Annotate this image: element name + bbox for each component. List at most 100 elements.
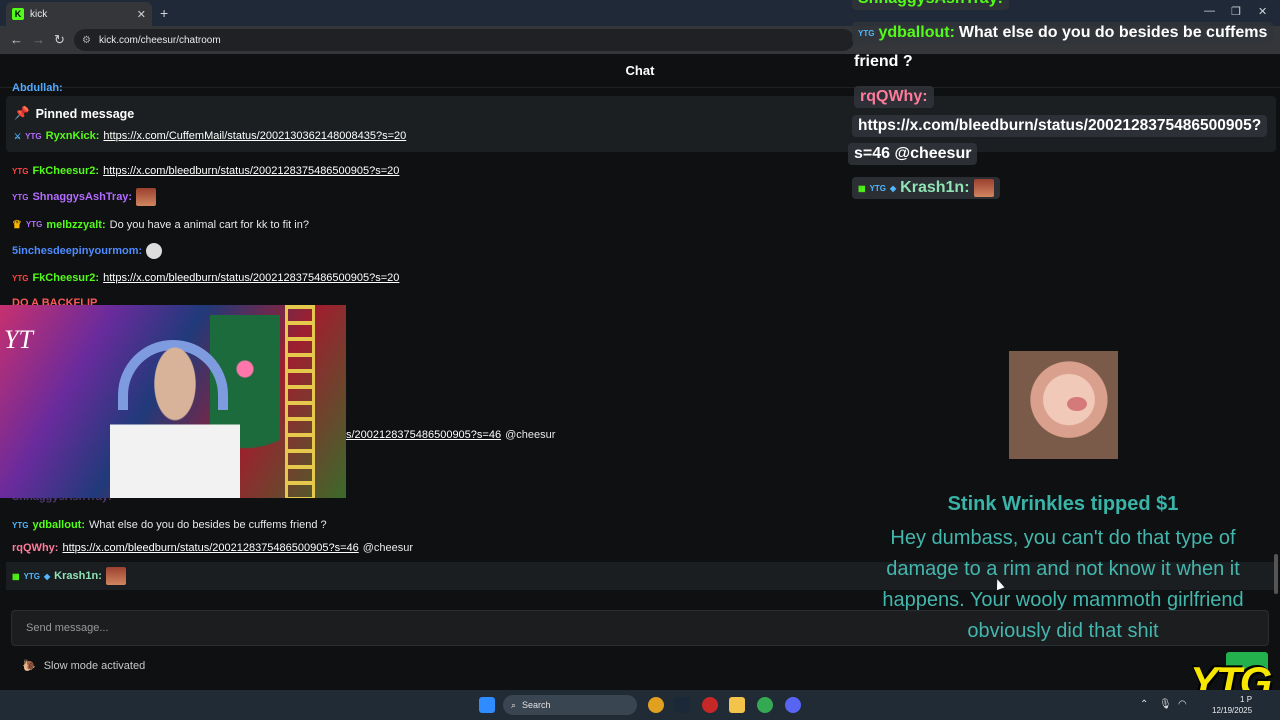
username[interactable]: ShnaggysAshTray:	[32, 191, 132, 203]
back-icon[interactable]: ←	[10, 32, 23, 47]
overlay-line: friend ?	[848, 51, 919, 73]
streamer-image	[110, 335, 240, 498]
browser-tab[interactable]: K kick ✕	[6, 2, 152, 26]
message-link[interactable]: https://x.com/bleedburn/status/200212837…	[103, 165, 399, 177]
snail-icon: 🐌	[22, 660, 36, 672]
message-link[interactable]: s/2002128375486500905?s=46	[346, 429, 501, 441]
message-text: Do you have a animal cart for kk to fit …	[109, 218, 309, 231]
pig-snout	[1067, 397, 1087, 411]
chat-message: YTG ydballout: What else do you do besid…	[12, 519, 327, 531]
overlay-username: Krash1n:	[900, 179, 970, 196]
wifi-icon[interactable]: ◠	[1178, 699, 1187, 710]
clock[interactable]: 1 P 12/19/2025	[1212, 694, 1252, 716]
username[interactable]: Krash1n:	[54, 570, 102, 582]
microphone-icon[interactable]: 🎙	[1159, 699, 1172, 710]
clock-date: 12/19/2025	[1212, 706, 1253, 715]
reload-icon[interactable]: ↻	[54, 32, 65, 48]
crown-badge-icon: ♛	[12, 219, 22, 231]
overlay-username: ydballout:	[878, 24, 955, 41]
folder-icon[interactable]	[729, 697, 745, 713]
tray-chevron-icon[interactable]: ⌃	[1140, 699, 1148, 710]
tip-alert-title: Stink Wrinkles tipped $1	[947, 493, 1179, 515]
grid-badge-icon: ▦	[12, 571, 20, 581]
search-icon: ⌕	[511, 699, 517, 710]
site-info-icon[interactable]: ⚙	[82, 35, 91, 46]
tab-title: kick	[30, 8, 48, 20]
overlay-line: s=46 @cheesur	[848, 143, 978, 165]
chrome-icon[interactable]	[648, 697, 664, 713]
stream-chat-overlay: ShnaggysAshTray: YTG ydballout: What els…	[848, 0, 1280, 205]
discord-icon[interactable]	[785, 697, 801, 713]
overlay-text: friend ?	[854, 53, 913, 70]
ytg-badge-icon: YTG	[25, 131, 42, 141]
pig-alert-image	[1009, 351, 1118, 459]
emote-icon	[105, 567, 126, 585]
url-input[interactable]: ⚙ kick.com/cheesur/chatroom	[74, 29, 854, 51]
overlay-line: ShnaggysAshTray:	[852, 0, 1009, 10]
tip-alert-message: Hey dumbass, you can't do that type of d…	[882, 527, 1244, 642]
cube-badge-icon: ◆	[44, 571, 51, 581]
screen: K kick ✕ + — ❐ ✕ ← → ↻ ⚙ kick.com/cheesu…	[0, 0, 1280, 720]
ytg-badge-icon: YTG	[858, 28, 875, 38]
ytg-badge-icon: YTG	[23, 571, 41, 581]
ytg-badge-icon: YTG	[12, 273, 29, 283]
kick-favicon-icon: K	[12, 8, 24, 20]
message-link[interactable]: https://x.com/bleedburn/status/200212837…	[103, 272, 399, 284]
chrome-active-icon[interactable]	[757, 697, 773, 713]
username[interactable]: FkCheesur2:	[32, 165, 99, 177]
windows-start-icon[interactable]	[479, 697, 495, 713]
username[interactable]: 5inchesdeepinyourmom:	[12, 245, 142, 257]
ytg-badge-icon: YTG	[12, 520, 29, 530]
username[interactable]: RyxnKick:	[46, 130, 100, 142]
slow-mode-text: Slow mode activated	[43, 659, 146, 672]
ytg-badge-icon: YTG	[12, 166, 29, 176]
username[interactable]: melbzzyalt:	[46, 219, 105, 231]
ytg-badge-icon: YTG	[25, 220, 43, 229]
pinned-title: Pinned message	[35, 106, 135, 121]
chat-message-partial: s/2002128375486500905?s=46 @cheesur	[346, 429, 555, 441]
overlay-line: YTG ydballout: What else do you do besid…	[852, 22, 1274, 44]
chat-message: YTG ShnaggysAshTray:	[12, 188, 157, 206]
ytg-badge-icon: YTG	[12, 192, 29, 202]
steam-icon[interactable]	[674, 697, 690, 713]
message-text: What else do you do besides be cuffems f…	[89, 519, 327, 531]
cut-off-username: Abdullah:	[12, 82, 63, 94]
ytg-badge-icon: YTG	[869, 183, 887, 193]
overlay-username: ShnaggysAshTray:	[858, 0, 1003, 8]
username[interactable]: FkCheesur2:	[32, 272, 99, 284]
new-tab-button[interactable]: +	[160, 5, 168, 21]
mention: @cheesur	[505, 429, 556, 441]
message-link[interactable]: https://x.com/CuffemMail/status/20021303…	[103, 130, 406, 142]
tab-close-icon[interactable]: ✕	[137, 8, 146, 21]
taskbar-search[interactable]: ⌕ Search	[503, 695, 637, 715]
chat-scrollbar[interactable]	[1274, 554, 1278, 594]
chat-message: ▦ YTG ◆ Krash1n:	[12, 567, 126, 585]
app-icon[interactable]	[702, 697, 718, 713]
username[interactable]: ydballout:	[32, 519, 85, 531]
speech-bubble-emote-icon	[146, 243, 163, 259]
emote-icon	[973, 179, 994, 197]
overlay-text: What else do you do besides be cuffems	[958, 24, 1268, 41]
overlay-username: rqQWhy:	[860, 88, 928, 105]
ytg-logo-icon: YT	[4, 325, 33, 354]
clock-time: 1 P	[1240, 695, 1253, 704]
overlay-text: https://x.com/bleedburn/status/200212837…	[858, 117, 1262, 134]
taskbar: ⌕ Search ⌃ 🎙 ◠ 1 P 12/19/2025	[0, 690, 1280, 720]
overlay-text: s=46 @cheesur	[854, 145, 972, 162]
cube-badge-icon: ◆	[890, 183, 897, 193]
username[interactable]: rqQWhy:	[12, 542, 58, 554]
slow-mode-status: 🐌 Slow mode activated	[22, 659, 146, 673]
mention: @cheesur	[362, 542, 414, 554]
overlay-line: https://x.com/bleedburn/status/200212837…	[852, 115, 1268, 137]
emote-icon	[136, 188, 157, 206]
overlay-line: ▦ YTG ◆ Krash1n:	[852, 177, 1000, 199]
grid-badge-icon: ▦	[858, 183, 866, 193]
message-link[interactable]: https://x.com/bleedburn/status/200212837…	[62, 542, 358, 554]
chat-message: ♛ YTG melbzzyalt: Do you have a animal c…	[12, 218, 309, 232]
chat-message: YTG FkCheesur2: https://x.com/bleedburn/…	[12, 165, 399, 177]
forward-icon[interactable]: →	[32, 32, 45, 47]
webcam-overlay: YT	[0, 305, 346, 498]
sword-badge-icon: ⚔	[14, 131, 22, 141]
chat-message: YTG FkCheesur2: https://x.com/bleedburn/…	[12, 272, 399, 284]
pin-icon: 📌	[14, 106, 30, 120]
